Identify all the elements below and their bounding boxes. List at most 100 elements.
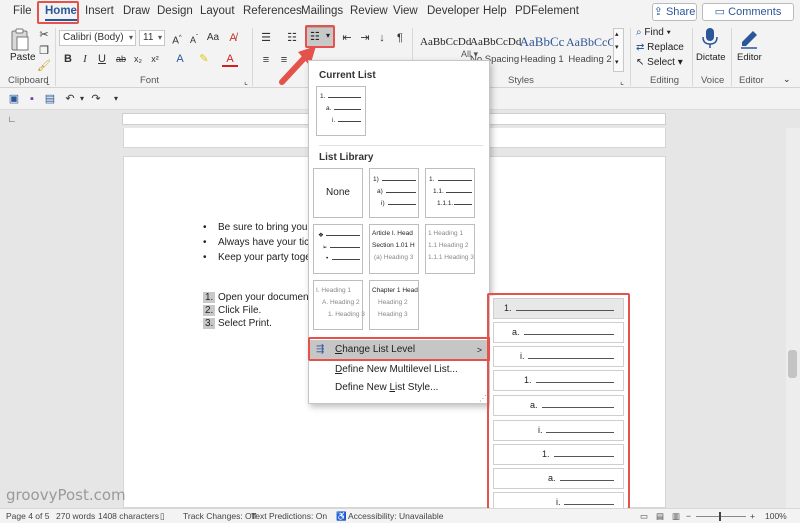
strikethrough-icon[interactable]: ab	[113, 51, 129, 67]
tab-view[interactable]: View	[393, 5, 418, 17]
bullet-item[interactable]: Keep your party togeth	[218, 252, 319, 263]
numbered-item[interactable]: Select Print.	[218, 318, 272, 329]
autosave-icon[interactable]: ▣	[6, 91, 22, 107]
dictate-button[interactable]	[700, 26, 722, 50]
tab-mailings[interactable]: Mailings	[301, 5, 343, 17]
select-button[interactable]: ↖ Select ▾	[636, 57, 683, 68]
read-mode-icon[interactable]: ▤	[656, 511, 664, 522]
word-count[interactable]: 270 words	[56, 511, 95, 521]
list-style-decimal[interactable]: 1. 1.1. 1.1.1.	[425, 168, 475, 218]
list-style-article[interactable]: Article I. Head Section 1.01 H (a) Headi…	[369, 224, 419, 274]
copy-icon[interactable]: ❐	[36, 43, 52, 59]
level-3-option[interactable]: i.	[493, 346, 624, 367]
tab-developer[interactable]: Developer	[427, 5, 479, 17]
level-4-option[interactable]: 1.	[493, 370, 624, 391]
list-style-heading-numbers[interactable]: 1 Heading 1 1.1 Heading 2 1.1.1 Heading …	[425, 224, 475, 274]
list-style-roman-headings[interactable]: I. Heading 1 A. Heading 2 1. Heading 3	[313, 280, 365, 330]
paste-button[interactable]	[9, 28, 33, 54]
track-changes-status[interactable]: Track Changes: Off	[183, 511, 256, 521]
change-case-icon[interactable]: Aa	[205, 30, 221, 46]
shrink-font-icon[interactable]: Aˇ	[186, 30, 202, 46]
decrease-indent-icon[interactable]: ⇤	[339, 30, 355, 46]
current-list-tile[interactable]: 1. a. i.	[316, 86, 366, 136]
accessibility-status[interactable]: Accessibility: Unavailable	[348, 511, 443, 521]
bullets-icon[interactable]: ☰	[258, 30, 274, 46]
tab-draw[interactable]: Draw	[123, 5, 150, 17]
show-formatting-icon[interactable]: ¶	[392, 30, 408, 46]
level-1-option[interactable]: 1.	[493, 298, 624, 319]
bullet-item[interactable]: Always have your ticke	[218, 237, 320, 248]
zoom-slider[interactable]	[696, 516, 746, 517]
focus-icon[interactable]: ▭	[640, 511, 648, 522]
page-count[interactable]: Page 4 of 5	[6, 511, 49, 521]
redo-icon[interactable]: ↷	[88, 91, 104, 107]
style-heading-1[interactable]: AaBbCc Heading 1	[518, 30, 566, 70]
zoom-slider-thumb[interactable]	[719, 512, 721, 521]
tab-review[interactable]: Review	[350, 5, 388, 17]
scrollbar-thumb[interactable]	[788, 350, 797, 378]
level-7-option[interactable]: 1.	[493, 444, 624, 465]
font-color-icon[interactable]: A	[222, 51, 238, 67]
list-style-chapter[interactable]: Chapter 1 Head Heading 2 Heading 3	[369, 280, 419, 330]
sort-icon[interactable]: ↓	[374, 30, 390, 46]
align-center-icon[interactable]: ≡	[276, 52, 292, 68]
level-8-option[interactable]: a.	[493, 468, 624, 489]
tab-design[interactable]: Design	[157, 5, 193, 17]
text-predictions-status[interactable]: Text Predictions: On	[251, 511, 327, 521]
italic-icon[interactable]: I	[77, 51, 93, 67]
chevron-down-icon[interactable]: ⌄	[783, 74, 791, 85]
level-5-option[interactable]: a.	[493, 395, 624, 416]
align-left-icon[interactable]: ≡	[258, 52, 274, 68]
numbered-item[interactable]: Click File.	[218, 305, 261, 316]
highlight-icon[interactable]: ✎	[196, 51, 212, 67]
font-size-combo[interactable]: 11 ▾	[139, 30, 165, 46]
text-effects-icon[interactable]: A	[172, 51, 188, 67]
comments-button[interactable]: ▭ Comments	[702, 3, 794, 21]
save-icon[interactable]: ▪	[24, 91, 40, 107]
clear-formatting-icon[interactable]: A̸	[225, 30, 241, 46]
font-name-combo[interactable]: Calibri (Body) ▾	[59, 30, 136, 46]
style-heading-2[interactable]: AaBbCcC Heading 2	[566, 30, 615, 70]
increase-indent-icon[interactable]: ⇥	[357, 30, 373, 46]
bold-icon[interactable]: B	[60, 51, 76, 67]
define-multilevel-list-item[interactable]: Define New Multilevel List...	[310, 360, 488, 380]
print-layout-icon[interactable]: ▥	[672, 511, 680, 522]
multilevel-list-button[interactable]: ☷ ▾	[306, 27, 334, 48]
list-style-none[interactable]: None	[313, 168, 363, 218]
bullet-item[interactable]: Be sure to bring your d	[218, 222, 319, 233]
share-button[interactable]: ⇪ Share	[652, 3, 697, 21]
zoom-in-icon[interactable]: +	[750, 511, 755, 521]
proofing-icon[interactable]: ▯	[160, 511, 165, 522]
grow-font-icon[interactable]: A^	[169, 30, 185, 46]
zoom-out-icon[interactable]: −	[686, 511, 691, 521]
tab-pdfelement[interactable]: PDFelement	[515, 5, 579, 17]
customize-toolbar-icon[interactable]: ▾	[108, 91, 124, 107]
tab-layout[interactable]: Layout	[200, 5, 235, 17]
list-style-symbols[interactable]: ❖ ➢ •	[313, 224, 363, 274]
format-painter-icon[interactable]: 🖌	[36, 58, 52, 74]
zoom-level[interactable]: 100%	[765, 511, 787, 521]
vertical-scrollbar[interactable]	[786, 128, 800, 508]
tab-references[interactable]: References	[243, 5, 302, 17]
tab-home[interactable]: Home	[45, 5, 77, 21]
subscript-icon[interactable]: x₂	[130, 51, 146, 67]
cut-icon[interactable]: ✂	[36, 27, 52, 43]
change-list-level-item[interactable]: ⇶ Change List Level >	[310, 340, 488, 360]
tab-help[interactable]: Help	[483, 5, 507, 17]
resize-grip-icon[interactable]: ⋰	[479, 394, 487, 403]
list-style-parens[interactable]: 1) a) i)	[369, 168, 419, 218]
gallery-filter[interactable]: All ▾	[461, 49, 478, 60]
level-6-option[interactable]: i.	[493, 420, 624, 441]
superscript-icon[interactable]: x²	[147, 51, 163, 67]
editor-button[interactable]	[738, 26, 760, 50]
tab-insert[interactable]: Insert	[85, 5, 114, 17]
define-list-style-item[interactable]: Define New List Style...	[310, 378, 488, 398]
numbering-icon[interactable]: ☷	[284, 30, 300, 46]
numbered-item[interactable]: Open your document.	[218, 292, 314, 303]
replace-button[interactable]: ⇄ Replace	[636, 42, 684, 53]
document-icon[interactable]: ▤	[42, 91, 58, 107]
tab-selector-icon[interactable]: ∟	[4, 111, 20, 127]
underline-icon[interactable]: U	[94, 51, 110, 67]
level-2-option[interactable]: a.	[493, 322, 624, 343]
styles-gallery-scroll[interactable]: ▴ ▾ ▾	[613, 28, 624, 72]
